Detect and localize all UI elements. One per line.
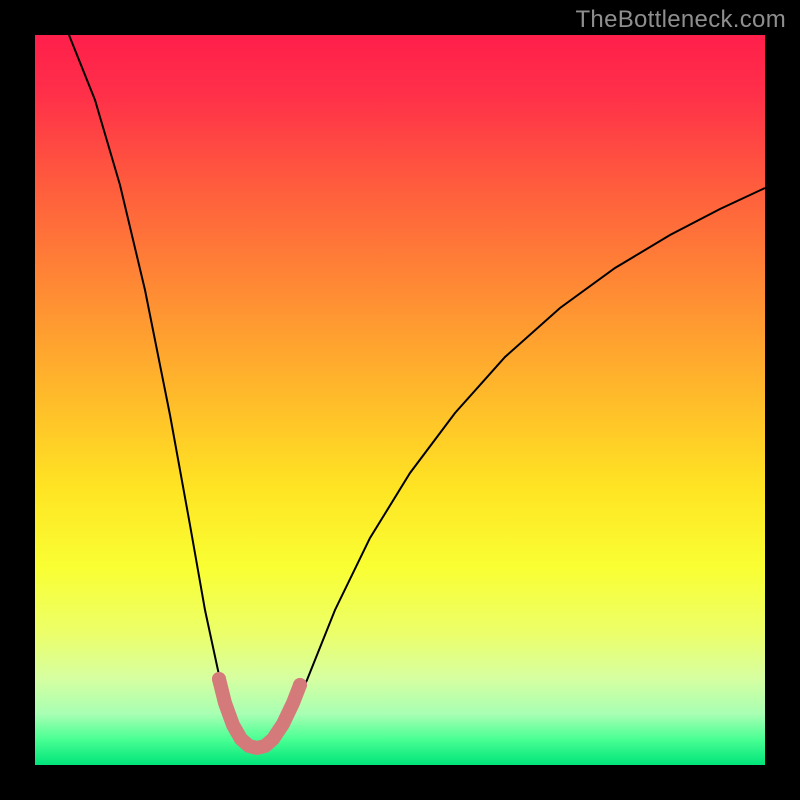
marker-dot <box>293 678 307 692</box>
watermark-text: TheBottleneck.com <box>575 6 786 34</box>
curve-layer <box>35 35 765 765</box>
marker-dot <box>212 672 226 686</box>
series-v-curve <box>69 35 765 744</box>
series-bottom-arc-marker <box>219 679 300 748</box>
chart-frame: TheBottleneck.com <box>0 0 800 800</box>
plot-area <box>35 35 765 765</box>
